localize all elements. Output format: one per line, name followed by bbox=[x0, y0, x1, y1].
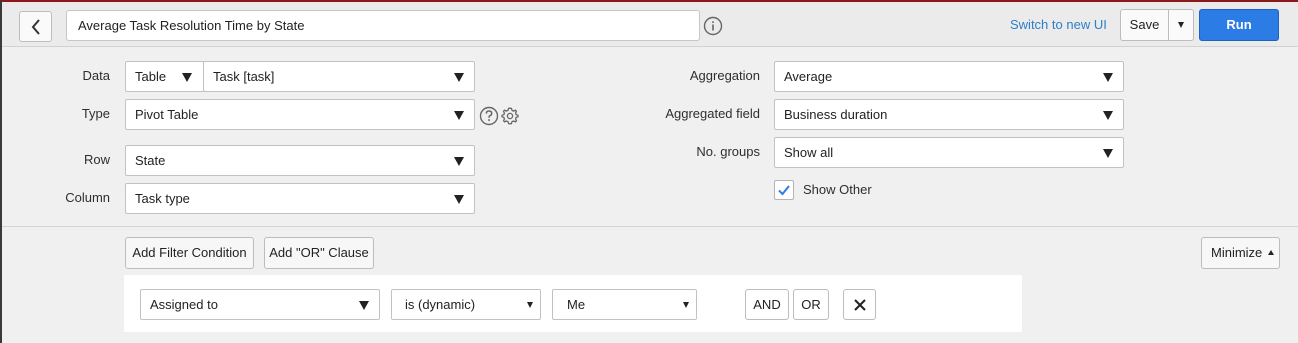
and-button[interactable]: AND bbox=[745, 289, 789, 320]
column-label: Column bbox=[65, 190, 110, 205]
caret-down-icon bbox=[683, 302, 689, 308]
report-title-input[interactable]: Average Task Resolution Time by State bbox=[66, 10, 700, 41]
caret-down-icon bbox=[182, 73, 192, 82]
row-label: Row bbox=[83, 152, 110, 167]
info-icon[interactable] bbox=[703, 16, 723, 36]
back-button[interactable] bbox=[19, 11, 52, 42]
caret-down-icon bbox=[454, 111, 464, 120]
data-table-value: Task [task] bbox=[213, 69, 275, 84]
type-label: Type bbox=[81, 106, 110, 121]
data-source-type-value: Table bbox=[135, 69, 167, 84]
save-options-button[interactable] bbox=[1168, 9, 1194, 41]
caret-down-icon bbox=[527, 302, 533, 308]
groups-value: Show all bbox=[784, 145, 834, 160]
data-table-select[interactable]: Task [task] bbox=[203, 61, 475, 92]
gear-icon[interactable] bbox=[500, 106, 520, 126]
add-or-clause-button[interactable]: Add "OR" Clause bbox=[264, 237, 374, 269]
filter-field-select[interactable]: Assigned to bbox=[140, 289, 380, 320]
filter-operator-select[interactable]: is (dynamic) bbox=[391, 289, 541, 320]
close-icon bbox=[853, 298, 866, 311]
switch-to-new-ui-link[interactable]: Switch to new UI bbox=[1010, 17, 1107, 32]
caret-down-icon bbox=[1103, 111, 1113, 120]
type-value: Pivot Table bbox=[135, 107, 199, 122]
caret-down-icon bbox=[454, 195, 464, 204]
checkmark-icon bbox=[778, 185, 790, 196]
add-filter-condition-button[interactable]: Add Filter Condition bbox=[125, 237, 254, 269]
groups-select[interactable]: Show all bbox=[774, 137, 1124, 168]
report-header: Average Task Resolution Time by State Sw… bbox=[2, 2, 1298, 47]
caret-up-icon bbox=[1267, 250, 1274, 255]
aggregation-label: Aggregation bbox=[689, 68, 760, 83]
row-select[interactable]: State bbox=[125, 145, 475, 176]
caret-down-icon bbox=[359, 301, 369, 310]
filter-field-value: Assigned to bbox=[150, 297, 218, 312]
caret-down-icon bbox=[1178, 22, 1184, 28]
save-button[interactable]: Save bbox=[1120, 9, 1168, 41]
run-button[interactable]: Run bbox=[1199, 9, 1279, 41]
data-source-type-select[interactable]: Table bbox=[125, 61, 205, 92]
column-select[interactable]: Task type bbox=[125, 183, 475, 214]
filter-value: Me bbox=[567, 297, 586, 312]
minimize-button[interactable]: Minimize bbox=[1201, 237, 1280, 269]
aggregated-field-value: Business duration bbox=[784, 107, 888, 122]
remove-condition-button[interactable] bbox=[843, 289, 876, 320]
aggregation-value: Average bbox=[784, 69, 833, 84]
aggregated-field-select[interactable]: Business duration bbox=[774, 99, 1124, 130]
caret-down-icon bbox=[1103, 149, 1113, 158]
show-other-checkbox[interactable] bbox=[774, 180, 794, 200]
type-select[interactable]: Pivot Table bbox=[125, 99, 475, 130]
left-border bbox=[0, 0, 2, 343]
data-label: Data bbox=[82, 68, 110, 83]
filter-operator-value: is (dynamic) bbox=[405, 297, 476, 312]
caret-down-icon bbox=[1103, 73, 1113, 82]
aggregation-select[interactable]: Average bbox=[774, 61, 1124, 92]
section-divider bbox=[2, 226, 1298, 227]
or-button[interactable]: OR bbox=[793, 289, 829, 320]
groups-label: No. groups bbox=[696, 144, 760, 159]
minimize-label: Minimize bbox=[1211, 245, 1263, 260]
column-value: Task type bbox=[135, 191, 190, 206]
chevron-left-icon bbox=[31, 18, 40, 35]
aggregated-field-label: Aggregated field bbox=[665, 106, 760, 121]
caret-down-icon bbox=[454, 157, 464, 166]
show-other-label: Show Other bbox=[803, 182, 872, 197]
filter-value-select[interactable]: Me bbox=[552, 289, 697, 320]
help-icon[interactable] bbox=[479, 106, 499, 126]
caret-down-icon bbox=[454, 73, 464, 82]
row-value: State bbox=[135, 153, 166, 168]
